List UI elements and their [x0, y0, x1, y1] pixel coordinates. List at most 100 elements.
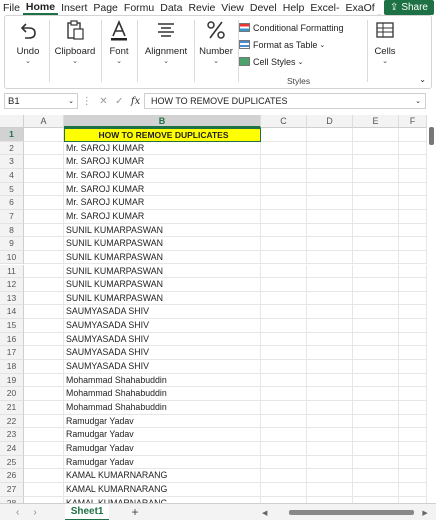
empty-cell[interactable]	[399, 455, 427, 470]
cells-button[interactable]: Cells ⌄	[369, 19, 401, 65]
empty-cell[interactable]	[261, 196, 307, 210]
empty-cell[interactable]	[261, 319, 307, 333]
name-cell[interactable]: Mohammad Shahabuddin	[64, 401, 261, 415]
next-sheet-icon[interactable]: ›	[33, 507, 36, 518]
empty-cell[interactable]	[261, 237, 307, 251]
empty-cell[interactable]	[24, 196, 64, 210]
empty-cell[interactable]	[399, 373, 427, 388]
row-header[interactable]: 7	[0, 209, 24, 224]
empty-cell[interactable]	[399, 346, 427, 361]
empty-cell[interactable]	[399, 305, 427, 320]
empty-cell[interactable]	[307, 482, 353, 497]
empty-cell[interactable]	[353, 291, 399, 306]
empty-cell[interactable]	[24, 482, 64, 497]
empty-cell[interactable]	[399, 401, 427, 415]
name-cell[interactable]: Mr. SAROJ KUMAR	[64, 182, 261, 197]
column-header-d[interactable]: D	[307, 115, 353, 128]
empty-cell[interactable]	[399, 441, 427, 456]
row-header[interactable]: 27	[0, 482, 24, 497]
empty-cell[interactable]	[399, 141, 427, 156]
menu-tab-revie[interactable]: Revie	[185, 2, 218, 14]
menu-tab-excel-[interactable]: Excel-	[307, 2, 342, 14]
name-cell[interactable]: Mohammad Shahabuddin	[64, 387, 261, 401]
row-header[interactable]: 1	[0, 128, 24, 142]
empty-cell[interactable]	[24, 250, 64, 265]
empty-cell[interactable]	[24, 414, 64, 429]
empty-cell[interactable]	[399, 223, 427, 238]
menu-tab-data[interactable]: Data	[157, 2, 185, 14]
empty-cell[interactable]	[261, 291, 307, 306]
name-cell[interactable]: KAMAL KUMARNARANG	[64, 482, 261, 497]
row-header[interactable]: 16	[0, 332, 24, 347]
name-cell[interactable]: Ramudgar Yadav	[64, 414, 261, 429]
cancel-icon[interactable]: ✕	[99, 96, 107, 107]
name-cell[interactable]: Mr. SAROJ KUMAR	[64, 196, 261, 210]
empty-cell[interactable]	[307, 237, 353, 251]
empty-cell[interactable]	[24, 237, 64, 251]
name-cell[interactable]: SUNIL KUMARPASWAN	[64, 278, 261, 292]
empty-cell[interactable]	[399, 209, 427, 224]
empty-cell[interactable]	[399, 482, 427, 497]
empty-cell[interactable]	[261, 346, 307, 361]
empty-cell[interactable]	[261, 128, 307, 142]
prev-sheet-icon[interactable]: ‹	[16, 507, 19, 518]
menu-tab-formu[interactable]: Formu	[121, 2, 157, 14]
row-header[interactable]: 15	[0, 319, 24, 333]
empty-cell[interactable]	[353, 250, 399, 265]
row-header[interactable]: 19	[0, 373, 24, 388]
empty-cell[interactable]	[307, 291, 353, 306]
empty-cell[interactable]	[353, 346, 399, 361]
cell-styles-button[interactable]: Cell Styles ⌄	[239, 53, 363, 70]
empty-cell[interactable]	[307, 209, 353, 224]
empty-cell[interactable]	[399, 250, 427, 265]
empty-cell[interactable]	[353, 441, 399, 456]
empty-cell[interactable]	[353, 237, 399, 251]
insert-function-icon[interactable]: fx	[131, 96, 140, 107]
empty-cell[interactable]	[353, 223, 399, 238]
empty-cell[interactable]	[24, 428, 64, 442]
empty-cell[interactable]	[307, 319, 353, 333]
empty-cell[interactable]	[399, 428, 427, 442]
name-cell[interactable]: SAUMYASADA SHIV	[64, 360, 261, 374]
empty-cell[interactable]	[399, 155, 427, 169]
sheet-tab[interactable]: Sheet1	[64, 503, 110, 520]
empty-cell[interactable]	[353, 373, 399, 388]
empty-cell[interactable]	[24, 128, 64, 142]
vertical-scrollbar[interactable]	[427, 115, 435, 500]
name-cell[interactable]: SAUMYASADA SHIV	[64, 332, 261, 347]
empty-cell[interactable]	[353, 387, 399, 401]
menu-tab-home[interactable]: Home	[22, 1, 59, 15]
empty-cell[interactable]	[24, 360, 64, 374]
empty-cell[interactable]	[399, 182, 427, 197]
menu-tab-view[interactable]: View	[218, 2, 247, 14]
empty-cell[interactable]	[399, 168, 427, 183]
empty-cell[interactable]	[353, 209, 399, 224]
empty-cell[interactable]	[399, 291, 427, 306]
name-box[interactable]: B1 ⌄	[4, 93, 78, 109]
empty-cell[interactable]	[24, 155, 64, 169]
empty-cell[interactable]	[24, 387, 64, 401]
empty-cell[interactable]	[24, 278, 64, 292]
empty-cell[interactable]	[261, 209, 307, 224]
empty-cell[interactable]	[307, 387, 353, 401]
empty-cell[interactable]	[399, 319, 427, 333]
menu-tab-help[interactable]: Help	[280, 2, 308, 14]
empty-cell[interactable]	[24, 305, 64, 320]
scroll-left-icon[interactable]: ◀	[262, 509, 267, 517]
empty-cell[interactable]	[261, 455, 307, 470]
name-cell[interactable]: SAUMYASADA SHIV	[64, 305, 261, 320]
empty-cell[interactable]	[307, 168, 353, 183]
name-cell[interactable]: Mr. SAROJ KUMAR	[64, 155, 261, 169]
empty-cell[interactable]	[307, 346, 353, 361]
empty-cell[interactable]	[24, 469, 64, 483]
name-cell[interactable]: SUNIL KUMARPASWAN	[64, 223, 261, 238]
column-header-e[interactable]: E	[353, 115, 399, 128]
empty-cell[interactable]	[261, 360, 307, 374]
empty-cell[interactable]	[307, 155, 353, 169]
name-cell[interactable]: SUNIL KUMARPASWAN	[64, 250, 261, 265]
row-header[interactable]: 5	[0, 182, 24, 197]
empty-cell[interactable]	[261, 250, 307, 265]
empty-cell[interactable]	[399, 278, 427, 292]
empty-cell[interactable]	[307, 223, 353, 238]
empty-cell[interactable]	[261, 332, 307, 347]
